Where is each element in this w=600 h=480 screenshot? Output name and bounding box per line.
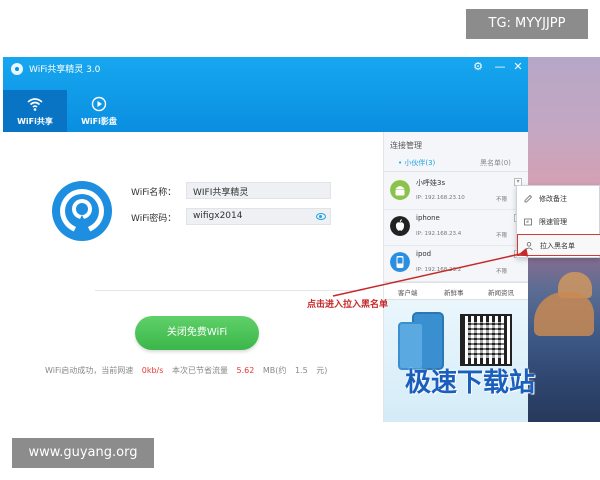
device-speed-limit: 不限 xyxy=(496,197,508,203)
edit-icon xyxy=(524,194,533,203)
wifi-password-field[interactable]: wifigx2014 xyxy=(186,208,331,225)
device-speed-limit: 不限 xyxy=(496,269,508,275)
eye-icon[interactable] xyxy=(316,213,326,220)
device-ip: IP: 192.168.23.2 xyxy=(416,267,462,273)
ipod-icon xyxy=(390,252,410,272)
qr-code-icon xyxy=(460,314,512,366)
tab-friends[interactable]: • 小伙伴(3) xyxy=(398,158,435,168)
tab-label: WiFi影盘 xyxy=(81,117,117,126)
menu-item-label: 修改备注 xyxy=(539,195,567,203)
wifi-name-value: WIFI共享精灵 xyxy=(193,188,249,198)
app-logo-icon xyxy=(11,63,23,75)
device-row[interactable]: ipod IP: 192.168.23.2 不限 ▾ xyxy=(384,246,528,282)
menu-item-edit-note[interactable]: 修改备注 xyxy=(517,188,600,210)
tab-news-info[interactable]: 新闻资讯 xyxy=(488,287,514,297)
wifi-icon xyxy=(27,98,43,111)
wifi-name-field[interactable]: WIFI共享精灵 xyxy=(186,182,331,199)
tab-label: WiFi共享 xyxy=(17,117,53,126)
menu-item-label: 拉入黑名单 xyxy=(540,242,575,250)
device-row[interactable]: iphone IP: 192.168.23.4 不限 ▾ xyxy=(384,210,528,246)
tab-client[interactable]: 客户端 xyxy=(398,287,418,297)
info-tabs: 客户端 新鲜事 新闻资讯 xyxy=(384,282,528,300)
connection-panel-title: 连接管理 xyxy=(390,141,422,150)
connection-tabs: • 小伙伴(3) 黑名单(0) xyxy=(384,156,528,172)
watermark-top: TG: MYYJJPP xyxy=(466,9,588,39)
close-button[interactable]: ✕ xyxy=(511,60,525,73)
device-ip: IP: 192.168.23.10 xyxy=(416,195,465,201)
promo-banner[interactable] xyxy=(384,300,528,422)
wifi-name-label: WiFi名称： xyxy=(131,188,177,198)
menu-item-label: 限速管理 xyxy=(539,218,567,226)
window-title: WiFi共享精灵 3.0 xyxy=(29,65,101,75)
device-row[interactable]: 小呼娃3s IP: 192.168.23.10 不限 ▾ xyxy=(384,174,528,210)
main-panel: WiFi名称： WIFI共享精灵 WiFi密码： wifigx2014 关闭免费… xyxy=(3,132,383,422)
status-saved-label: 本次已节省流量 xyxy=(171,366,228,375)
wifi-share-logo-icon xyxy=(52,181,112,241)
status-prefix: WiFi启动成功，当前网速 xyxy=(45,366,134,375)
tab-wifi-share[interactable]: WiFi共享 xyxy=(3,90,67,132)
divider xyxy=(95,290,365,291)
device-name: 小呼娃3s xyxy=(416,179,446,187)
status-saved-value: 5.62 xyxy=(236,366,255,375)
settings-icon[interactable]: ⚙ xyxy=(471,60,485,73)
context-menu: 修改备注 限速管理 拉入黑名单 xyxy=(516,185,600,258)
tab-wifi-disk[interactable]: WiFi影盘 xyxy=(67,90,131,132)
tab-blacklist[interactable]: 黑名单(0) xyxy=(480,158,511,168)
device-speed-limit: 不限 xyxy=(496,233,508,239)
status-money: 1.5 xyxy=(294,366,308,375)
user-block-icon xyxy=(525,242,533,251)
title-bar: WiFi共享精灵 3.0 ⚙ — ✕ WiFi共享 WiFi影盘 xyxy=(3,57,528,132)
status-speed: 0kb/s xyxy=(141,366,164,375)
minimize-button[interactable]: — xyxy=(493,60,507,73)
status-line: WiFi启动成功，当前网速 0kb/s 本次已节省流量 5.62 MB(约 1.… xyxy=(45,365,333,376)
wifi-password-value: wifigx2014 xyxy=(193,211,243,221)
screenshot-page: TG: MYYJJPP WiFi共享精灵 3.0 ⚙ — ✕ WiFi共享 Wi… xyxy=(0,0,600,480)
status-unit-label: MB(约 xyxy=(262,366,287,375)
close-free-wifi-button[interactable]: 关闭免费WiFi xyxy=(135,316,259,350)
device-name: iphone xyxy=(416,214,440,222)
menu-item-speed-limit[interactable]: 限速管理 xyxy=(517,211,600,233)
watermark-overlay: 极速下载站 xyxy=(405,368,536,398)
play-circle-icon xyxy=(91,96,107,112)
annotation-text: 点击进入拉入黑名单 xyxy=(307,300,389,310)
android-icon xyxy=(390,180,410,200)
device-name: ipod xyxy=(416,250,432,258)
apple-icon xyxy=(390,216,410,236)
watermark-bottom: www.guyang.org xyxy=(12,438,154,468)
device-ip: IP: 192.168.23.4 xyxy=(416,231,462,237)
speed-icon xyxy=(524,218,532,226)
tab-news-fresh[interactable]: 新鲜事 xyxy=(444,287,464,297)
wifi-password-label: WiFi密码： xyxy=(131,214,177,224)
menu-item-add-blacklist[interactable]: 拉入黑名单 xyxy=(517,234,600,256)
status-money-unit: 元) xyxy=(316,366,328,375)
